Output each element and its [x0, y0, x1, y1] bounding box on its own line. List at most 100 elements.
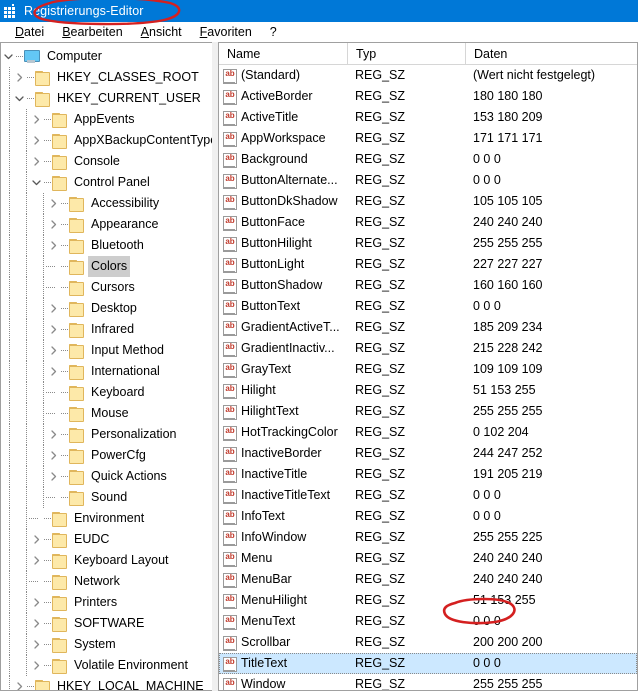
tree-item-sound[interactable]: Sound: [1, 487, 212, 508]
table-row[interactable]: ab MenuHilight REG_SZ 51 153 255: [219, 590, 637, 611]
tree-item-hkey-local-machine[interactable]: HKEY_LOCAL_MACHINE: [1, 676, 212, 690]
table-row[interactable]: ab InfoText REG_SZ 0 0 0: [219, 506, 637, 527]
tree-item-console[interactable]: Console: [1, 151, 212, 172]
table-row[interactable]: ab (Standard) REG_SZ (Wert nicht festgelegt…: [219, 65, 637, 86]
table-row[interactable]: ab ButtonFace REG_SZ 240 240 240: [219, 212, 637, 233]
chevron-right-icon[interactable]: [12, 676, 27, 690]
column-header-daten[interactable]: Daten: [465, 43, 637, 65]
chevron-right-icon[interactable]: [46, 466, 61, 487]
chevron-down-icon[interactable]: [1, 46, 16, 67]
folder-icon: [68, 407, 84, 422]
column-header-typ[interactable]: Typ: [347, 43, 465, 65]
chevron-right-icon[interactable]: [29, 109, 44, 130]
chevron-right-icon[interactable]: [46, 319, 61, 340]
table-row[interactable]: ab InactiveBorder REG_SZ 244 247 252: [219, 443, 637, 464]
registry-values-pane[interactable]: Name Typ Daten ab (Standard) REG_SZ (Wert n…: [218, 42, 638, 691]
table-row[interactable]: ab Scrollbar REG_SZ 200 200 200: [219, 632, 637, 653]
table-row[interactable]: ab Menu REG_SZ 240 240 240: [219, 548, 637, 569]
menu-ansicht[interactable]: Ansicht: [132, 22, 191, 42]
tree-item-system[interactable]: System: [1, 634, 212, 655]
value-type-cell: REG_SZ: [355, 278, 406, 292]
tree-item-bluetooth[interactable]: Bluetooth: [1, 235, 212, 256]
tree-item-software[interactable]: SOFTWARE: [1, 613, 212, 634]
table-row[interactable]: ab ButtonAlternate... REG_SZ 0 0 0: [219, 170, 637, 191]
tree-item-input-method[interactable]: Input Method: [1, 340, 212, 361]
chevron-right-icon[interactable]: [46, 445, 61, 466]
table-row[interactable]: ab GradientInactiv... REG_SZ 215 228 242: [219, 338, 637, 359]
tree-item-appearance[interactable]: Appearance: [1, 214, 212, 235]
table-row[interactable]: ab HilightText REG_SZ 255 255 255: [219, 401, 637, 422]
chevron-down-icon[interactable]: [29, 172, 44, 193]
table-row[interactable]: ab ActiveTitle REG_SZ 153 180 209: [219, 107, 637, 128]
chevron-right-icon[interactable]: [29, 592, 44, 613]
chevron-right-icon[interactable]: [46, 235, 61, 256]
chevron-right-icon[interactable]: [46, 424, 61, 445]
registry-tree-pane[interactable]: Computer HKEY_CLASSES_ROOT HKEY_CURRENT_US…: [0, 42, 212, 691]
table-row[interactable]: ab ButtonShadow REG_SZ 160 160 160: [219, 275, 637, 296]
table-row[interactable]: ab Hilight REG_SZ 51 153 255: [219, 380, 637, 401]
table-row[interactable]: ab InfoWindow REG_SZ 255 255 225: [219, 527, 637, 548]
chevron-right-icon[interactable]: [46, 193, 61, 214]
table-row[interactable]: ab TitleText REG_SZ 0 0 0: [219, 653, 637, 674]
table-row[interactable]: ab AppWorkspace REG_SZ 171 171 171: [219, 128, 637, 149]
tree-item-hkey-current-user[interactable]: HKEY_CURRENT_USER: [1, 88, 212, 109]
table-row[interactable]: ab ButtonLight REG_SZ 227 227 227: [219, 254, 637, 275]
tree-item-keyboard-layout[interactable]: Keyboard Layout: [1, 550, 212, 571]
tree-item-mouse[interactable]: Mouse: [1, 403, 212, 424]
tree-item-network[interactable]: Network: [1, 571, 212, 592]
chevron-right-icon[interactable]: [29, 655, 44, 676]
table-row[interactable]: ab InactiveTitle REG_SZ 191 205 219: [219, 464, 637, 485]
chevron-right-icon[interactable]: [12, 67, 27, 88]
chevron-right-icon[interactable]: [29, 550, 44, 571]
table-row[interactable]: ab ButtonText REG_SZ 0 0 0: [219, 296, 637, 317]
table-row[interactable]: ab Background REG_SZ 0 0 0: [219, 149, 637, 170]
tree-item-appevents[interactable]: AppEvents: [1, 109, 212, 130]
table-row[interactable]: ab ButtonDkShadow REG_SZ 105 105 105: [219, 191, 637, 212]
table-row[interactable]: ab GrayText REG_SZ 109 109 109: [219, 359, 637, 380]
chevron-right-icon[interactable]: [46, 214, 61, 235]
tree-item-powercfg[interactable]: PowerCfg: [1, 445, 212, 466]
tree-item-control-panel[interactable]: Control Panel: [1, 172, 212, 193]
chevron-right-icon[interactable]: [46, 298, 61, 319]
column-header-name[interactable]: Name: [219, 43, 347, 65]
tree-item-personalization[interactable]: Personalization: [1, 424, 212, 445]
tree-item-desktop[interactable]: Desktop: [1, 298, 212, 319]
tree-item-hkey-classes-root[interactable]: HKEY_CLASSES_ROOT: [1, 67, 212, 88]
chevron-right-icon[interactable]: [46, 361, 61, 382]
table-row[interactable]: ab Window REG_SZ 255 255 255: [219, 674, 637, 690]
chevron-right-icon[interactable]: [46, 340, 61, 361]
tree-item-volatile-environment[interactable]: Volatile Environment: [1, 655, 212, 676]
tree-item-colors[interactable]: Colors: [1, 256, 212, 277]
table-row[interactable]: ab ActiveBorder REG_SZ 180 180 180: [219, 86, 637, 107]
tree-item-keyboard[interactable]: Keyboard: [1, 382, 212, 403]
tree-item-quick-actions[interactable]: Quick Actions: [1, 466, 212, 487]
chevron-right-icon[interactable]: [29, 529, 44, 550]
tree-item-environment[interactable]: Environment: [1, 508, 212, 529]
tree-item-infrared[interactable]: Infrared: [1, 319, 212, 340]
table-row[interactable]: ab MenuBar REG_SZ 240 240 240: [219, 569, 637, 590]
chevron-right-icon[interactable]: [29, 613, 44, 634]
chevron-right-icon[interactable]: [29, 130, 44, 151]
table-row[interactable]: ab HotTrackingColor REG_SZ 0 102 204: [219, 422, 637, 443]
value-data-cell: 180 180 180: [473, 89, 543, 103]
table-row[interactable]: ab InactiveTitleText REG_SZ 0 0 0: [219, 485, 637, 506]
menu-bearbeiten[interactable]: Bearbeiten: [53, 22, 131, 42]
menu-favoriten[interactable]: Favoriten: [191, 22, 261, 42]
tree-item-accessibility[interactable]: Accessibility: [1, 193, 212, 214]
tree-indent: [1, 676, 12, 690]
tree-item-printers[interactable]: Printers: [1, 592, 212, 613]
menu-help[interactable]: ?: [261, 22, 286, 42]
chevron-down-icon[interactable]: [12, 88, 27, 109]
tree-item-label: Bluetooth: [91, 238, 144, 252]
table-row[interactable]: ab GradientActiveT... REG_SZ 185 209 234: [219, 317, 637, 338]
table-row[interactable]: ab MenuText REG_SZ 0 0 0: [219, 611, 637, 632]
chevron-right-icon[interactable]: [29, 634, 44, 655]
tree-item-international[interactable]: International: [1, 361, 212, 382]
tree-item-eudc[interactable]: EUDC: [1, 529, 212, 550]
tree-item-appxbackupcontenttype[interactable]: AppXBackupContentType: [1, 130, 212, 151]
chevron-right-icon[interactable]: [29, 151, 44, 172]
tree-item-cursors[interactable]: Cursors: [1, 277, 212, 298]
table-row[interactable]: ab ButtonHilight REG_SZ 255 255 255: [219, 233, 637, 254]
tree-item-computer[interactable]: Computer: [1, 46, 212, 67]
menu-datei[interactable]: Datei: [6, 22, 53, 42]
